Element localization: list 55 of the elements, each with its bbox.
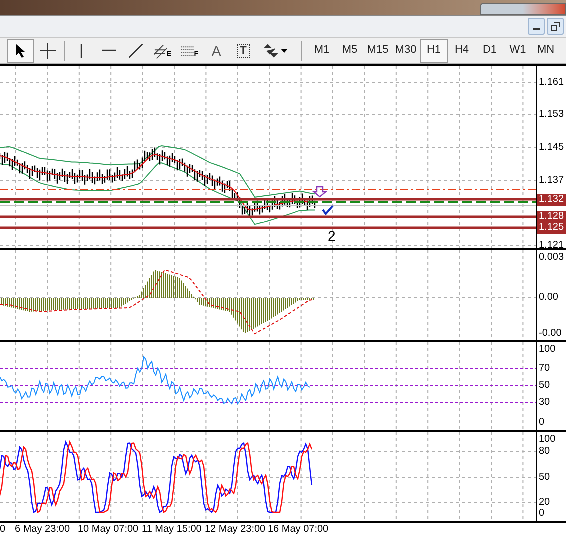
macd-axis-label: -0.00 bbox=[539, 328, 562, 340]
stochastic-axis-label: 50 bbox=[539, 472, 550, 484]
time-axis-label: 11 May 15:00 bbox=[142, 524, 202, 536]
price-tag: 1.132 bbox=[537, 194, 566, 206]
stochastic-axis-label: 80 bbox=[539, 446, 550, 458]
text-label-icon: T bbox=[237, 44, 250, 58]
stochastic-axis-label: 0 bbox=[539, 508, 545, 520]
drawing-tool-button[interactable]: T bbox=[230, 38, 257, 62]
vertical-line-icon bbox=[80, 44, 83, 58]
timeframe-button[interactable]: M1 bbox=[308, 38, 336, 62]
down-arrow-icon bbox=[312, 186, 328, 198]
timeframe-button[interactable]: M5 bbox=[336, 38, 364, 62]
timeframe-button[interactable]: MN bbox=[532, 38, 560, 62]
drawing-tool-button[interactable] bbox=[7, 38, 34, 62]
macd-axis-label: 0.003 bbox=[539, 252, 564, 264]
diagonal-line-icon bbox=[128, 44, 142, 58]
caret-icon bbox=[281, 48, 288, 52]
price-tag: 1.128 bbox=[537, 211, 566, 223]
timeframe-button[interactable]: H1 bbox=[420, 38, 448, 62]
minimize-button[interactable] bbox=[528, 18, 545, 35]
text-tool-icon: A bbox=[212, 42, 222, 58]
macd-axis-label: 0.00 bbox=[539, 292, 558, 304]
time-axis-label: 12 May 23:00 bbox=[205, 524, 266, 536]
horizontal-line-icon bbox=[102, 49, 116, 52]
price-tag: 1.125 bbox=[537, 222, 566, 234]
rsi-axis-label: 30 bbox=[539, 397, 550, 409]
minimize-icon bbox=[533, 28, 540, 30]
crosshair-icon bbox=[40, 42, 56, 58]
drawing-tool-button[interactable]: A bbox=[203, 38, 230, 62]
rsi-axis-label: 100 bbox=[539, 344, 556, 356]
timeframe-button[interactable]: M30 bbox=[392, 38, 420, 62]
price-axis-label: 1.153 bbox=[539, 109, 564, 121]
stochastic-axis-label: 100 bbox=[539, 434, 556, 446]
checkmark-icon bbox=[322, 205, 334, 216]
price-axis-label: 1.137 bbox=[539, 175, 564, 187]
timeframe-button[interactable]: W1 bbox=[504, 38, 532, 62]
rsi-axis-label: 0 bbox=[539, 417, 545, 429]
price-axis-label: 1.121 bbox=[539, 240, 564, 248]
arrows-icon bbox=[264, 44, 278, 58]
rsi-axis-label: 50 bbox=[539, 380, 550, 392]
cursor-arrow-icon bbox=[14, 42, 26, 58]
rsi-axis-label: 70 bbox=[539, 363, 550, 375]
time-axis-label: 6 May 23:00 bbox=[15, 524, 70, 536]
chart-annotation: 2 bbox=[328, 228, 336, 244]
price-axis-label: 1.145 bbox=[539, 142, 564, 154]
time-axis-label: 16 May 07:00 bbox=[268, 524, 329, 536]
time-axis-label: 10 May 07:00 bbox=[78, 524, 139, 536]
stochastic-axis-label: 20 bbox=[539, 497, 550, 509]
restore-icon bbox=[551, 22, 560, 31]
price-axis-label: 1.161 bbox=[539, 77, 564, 89]
timeframe-button[interactable]: D1 bbox=[476, 38, 504, 62]
restore-button[interactable] bbox=[547, 18, 564, 35]
timeframe-button[interactable]: H4 bbox=[448, 38, 476, 62]
time-axis-label: 0 bbox=[0, 524, 6, 536]
timeframe-button[interactable]: M15 bbox=[364, 38, 392, 62]
